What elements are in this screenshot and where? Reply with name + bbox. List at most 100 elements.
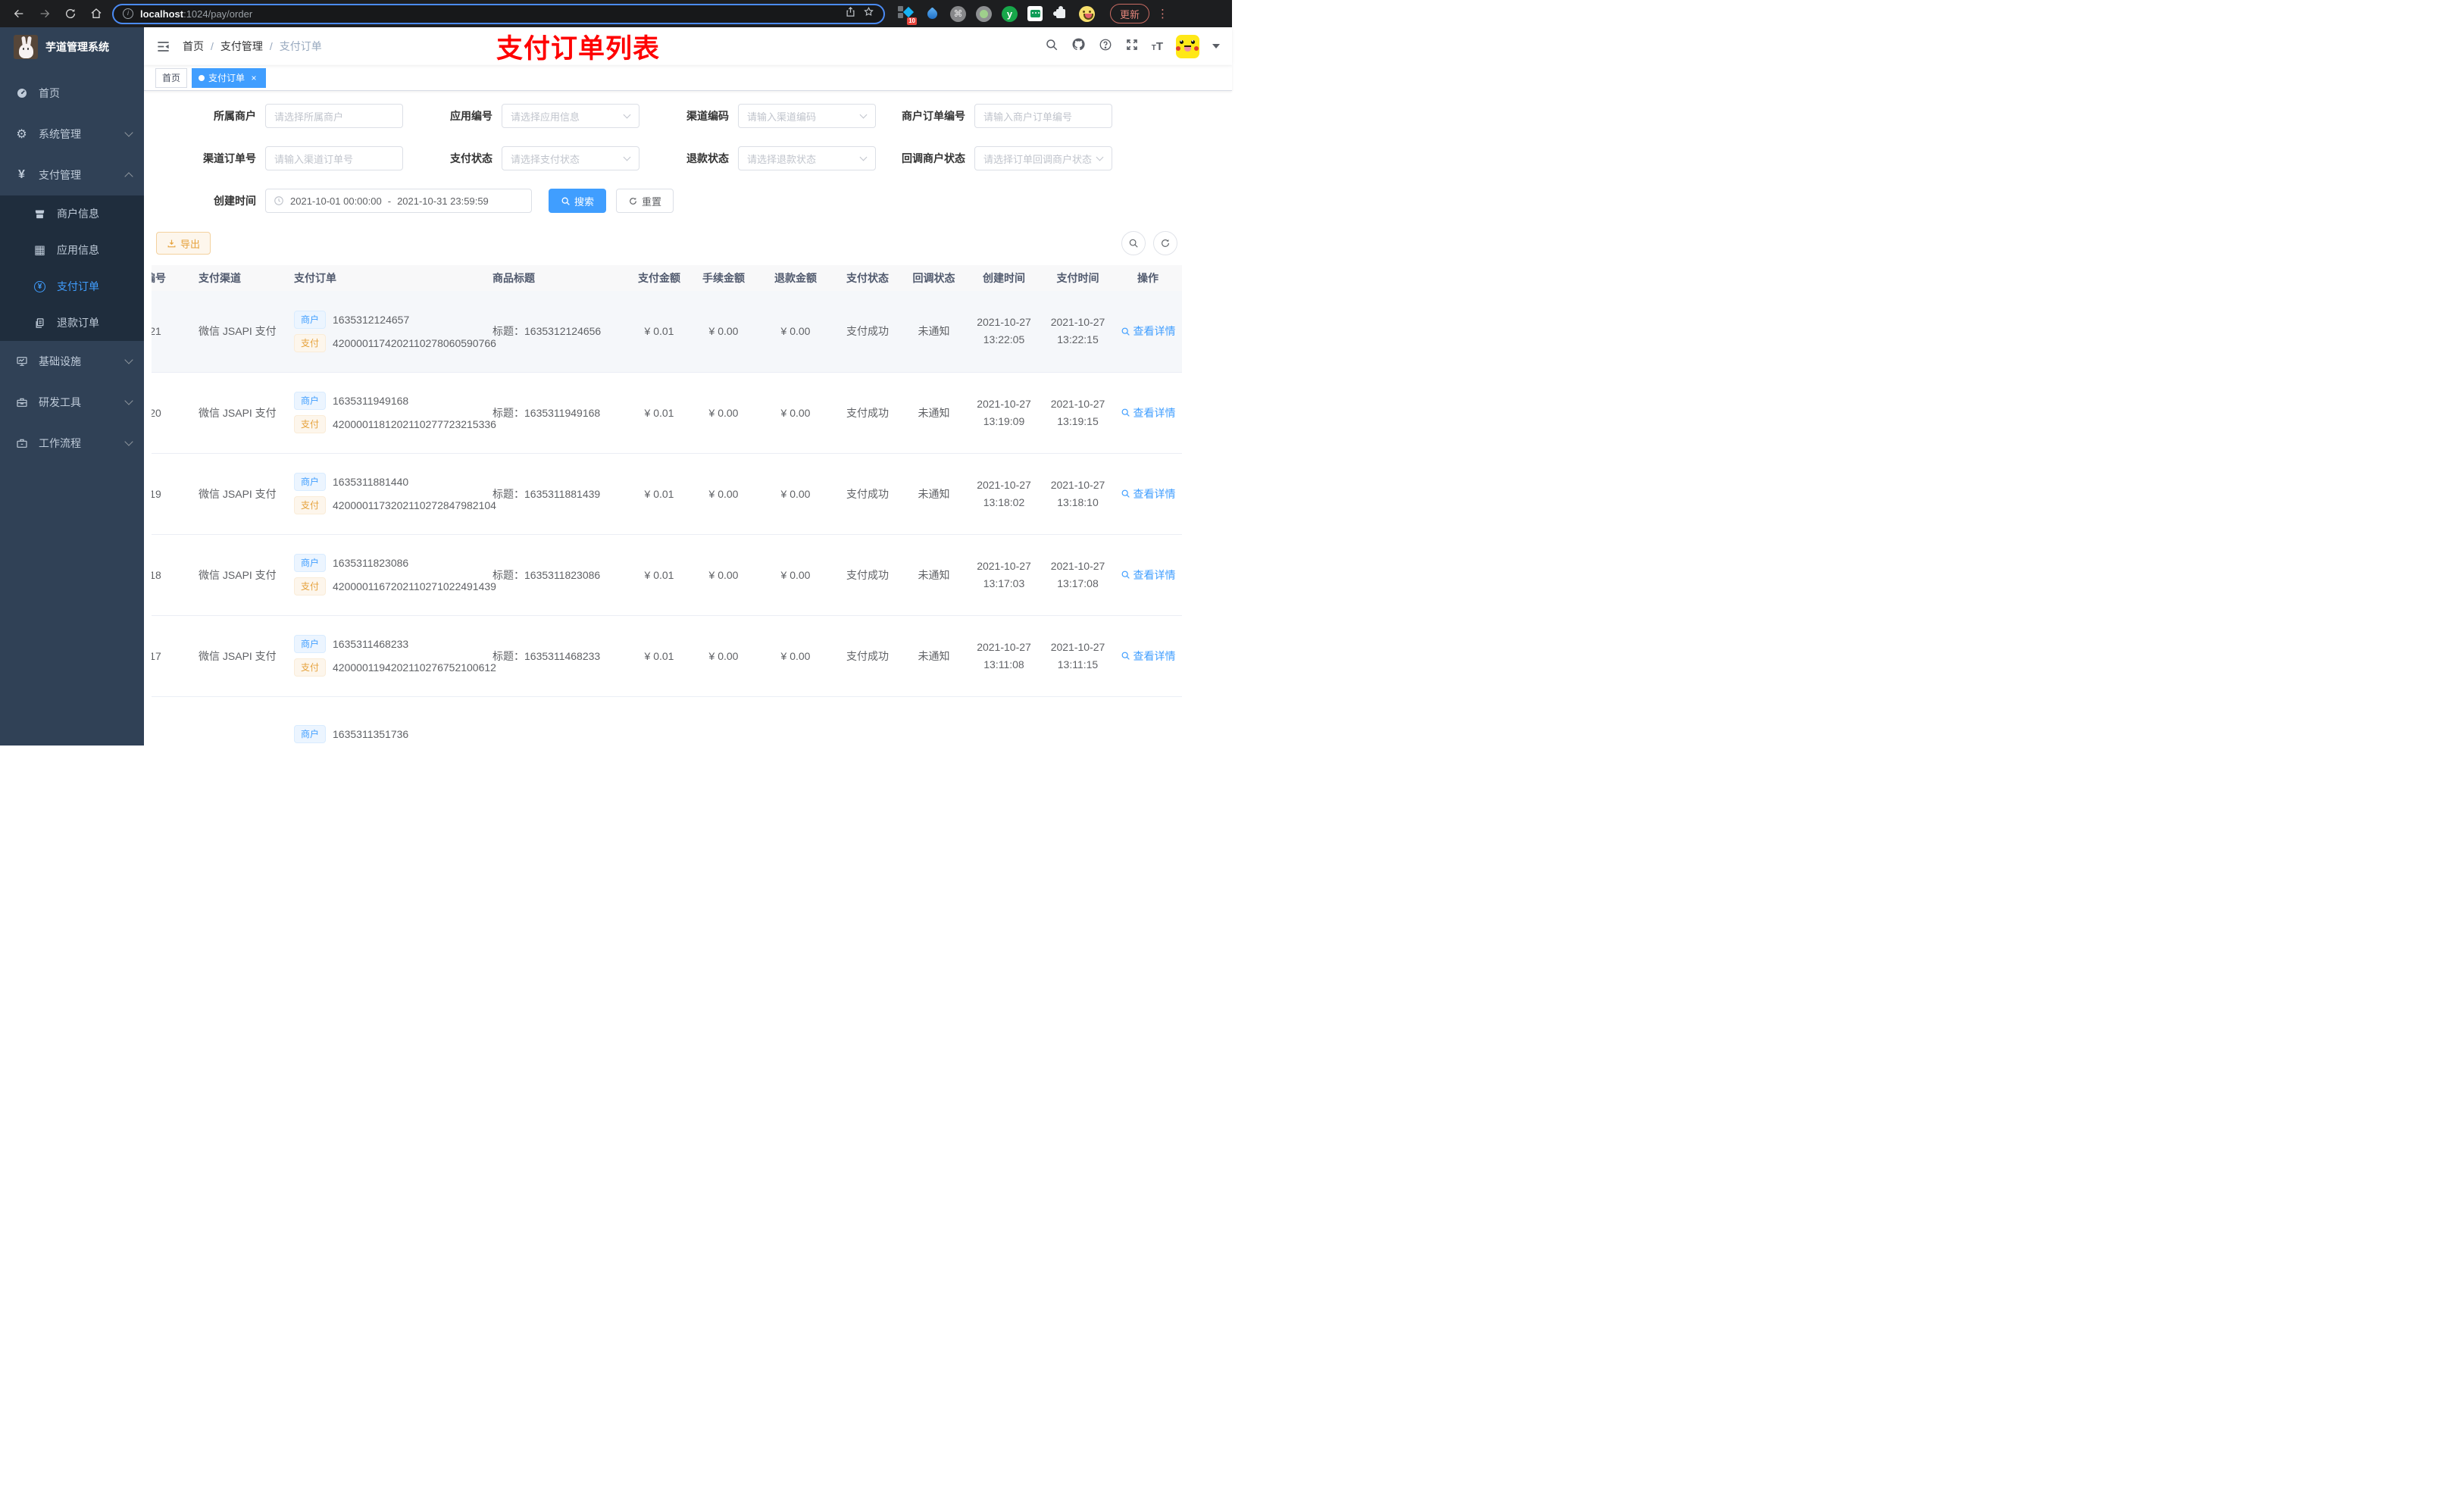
table-toolbar: 导出 [156, 231, 1221, 255]
view-detail-link[interactable]: 查看详情 [1121, 324, 1176, 339]
date-range-picker[interactable]: 2021-10-01 00:00:00 - 2021-10-31 23:59:5… [265, 189, 532, 213]
col-created: 创建时间 [966, 265, 1042, 291]
chevron-down-icon [124, 355, 133, 364]
pay-tag: 支付 [294, 658, 327, 677]
extension-y-icon[interactable] [1002, 5, 1018, 22]
search-icon[interactable] [1045, 38, 1058, 55]
dashboard-icon [15, 87, 28, 99]
export-button[interactable]: 导出 [156, 232, 211, 255]
filter-pay-status: 支付状态 请选择支付状态 [417, 146, 653, 170]
chevron-down-icon [124, 396, 133, 405]
app-select[interactable]: 请选择应用信息 [502, 104, 639, 128]
yen-circle-icon [33, 280, 46, 292]
pay-status: 支付成功 [833, 534, 902, 616]
reload-icon[interactable] [61, 4, 80, 23]
extension-kite-icon[interactable] [924, 5, 940, 22]
channel-code-select[interactable]: 请输入渠道编码 [738, 104, 876, 128]
merchant-order-input[interactable]: 请输入商户订单编号 [974, 104, 1112, 128]
merchant-tag: 商户 [294, 473, 327, 491]
fee-amount: ¥ 0.00 [689, 615, 758, 697]
fullscreen-icon[interactable] [1125, 38, 1139, 55]
sidebar-item-pay-order[interactable]: 支付订单 [0, 268, 144, 305]
font-size-icon[interactable] [1152, 40, 1163, 53]
tab-pay-order[interactable]: 支付订单 [192, 67, 267, 88]
sidebar-item-merchant-info[interactable]: 商户信息 [0, 195, 144, 232]
sidebar-item-app-info[interactable]: 应用信息 [0, 232, 144, 268]
callback-status: 未通知 [902, 534, 966, 616]
extension-command-icon[interactable] [950, 5, 966, 22]
chevron-down-icon [623, 111, 631, 119]
pay-amount: ¥ 0.01 [629, 453, 689, 535]
pay-status: 支付成功 [833, 291, 902, 373]
extensions-puzzle-icon[interactable] [1052, 5, 1069, 22]
filter-merchant-order: 商户订单编号 请输入商户订单编号 [890, 104, 1126, 128]
home-icon[interactable] [86, 4, 106, 23]
back-icon[interactable] [9, 4, 29, 23]
document-icon [33, 317, 46, 329]
pay-order-no: 4200001174202110278060590766 [333, 336, 496, 349]
sidebar-item-infrastructure[interactable]: 基础设施 [0, 341, 144, 382]
tab-home[interactable]: 首页 [155, 67, 188, 88]
user-avatar[interactable] [1176, 34, 1199, 58]
collapse-sidebar-icon[interactable] [156, 39, 170, 54]
table-tools [1121, 231, 1177, 255]
close-icon[interactable] [249, 69, 259, 87]
sidebar-item-workflow[interactable]: 工作流程 [0, 423, 144, 464]
view-detail-link[interactable]: 查看详情 [1121, 567, 1176, 583]
created-time: 2021-10-27 13:17:03 [966, 534, 1042, 616]
pay-tag: 支付 [294, 333, 327, 352]
sidebar-item-refund-order[interactable]: 退款订单 [0, 305, 144, 341]
merchant-order-no: 1635311468233 [333, 638, 409, 650]
pay-channel: 微信 JSAPI 支付 [182, 453, 280, 535]
sidebar-item-home[interactable]: 首页 [0, 73, 144, 114]
sidebar-item-system[interactable]: 系统管理 [0, 114, 144, 155]
view-detail-link[interactable]: 查看详情 [1121, 405, 1176, 420]
browser-update-button[interactable]: 更新 [1110, 4, 1150, 23]
site-info-icon[interactable] [123, 8, 133, 19]
owner-select[interactable]: 请选择所属商户 [265, 104, 403, 128]
search-toggle-button[interactable] [1121, 231, 1146, 255]
order-id: 21 [152, 291, 182, 373]
breadcrumb-payment[interactable]: 支付管理 [220, 39, 263, 54]
profile-avatar-icon[interactable] [1079, 5, 1095, 22]
pay-tag: 支付 [294, 415, 327, 433]
address-bar[interactable]: localhost:1024/pay/order [112, 3, 885, 24]
pay-amount: ¥ 0.01 [629, 534, 689, 616]
sidebar-item-dev-tools[interactable]: 研发工具 [0, 382, 144, 423]
channel-order-input[interactable]: 请输入渠道订单号 [265, 146, 403, 170]
breadcrumb-pay-order: 支付订单 [279, 40, 322, 52]
view-detail-link[interactable]: 查看详情 [1121, 649, 1176, 664]
reset-button[interactable]: 重置 [616, 189, 674, 213]
extension-gray-icon[interactable] [976, 5, 992, 22]
pay-order-no: 4200001173202110272847982104 [333, 499, 496, 511]
pay-status-select[interactable]: 请选择支付状态 [502, 146, 639, 170]
pay-order-cell: 商户 1635311949168 支付 4200001181202110277723… [280, 372, 496, 454]
callback-status: 未通知 [902, 372, 966, 454]
url: localhost:1024/pay/order [140, 8, 253, 20]
table-row: 18 微信 JSAPI 支付 商户 1635311823086 支付 4200001… [152, 534, 1182, 616]
product-title: 标题：1635312124656 [492, 291, 629, 373]
forward-icon[interactable] [35, 4, 55, 23]
sidebar-item-payment[interactable]: 支付管理 [0, 155, 144, 195]
browser-extensions: 10 [897, 5, 1095, 25]
table-header-row: 编号 支付渠道 支付订单 商品标题 支付金额 手续金额 退款金额 支付状态 回调… [152, 265, 1182, 291]
user-menu-caret-icon[interactable] [1212, 44, 1220, 48]
callback-status-select[interactable]: 请选择订单回调商户状态 [974, 146, 1112, 170]
refresh-button[interactable] [1153, 231, 1177, 255]
help-icon[interactable] [1099, 38, 1112, 55]
share-icon[interactable] [845, 6, 856, 21]
filter-row-2: 渠道订单号 请输入渠道订单号 支付状态 请选择支付状态 退款状态 请选择退款状态… [180, 146, 1224, 170]
view-detail-link[interactable]: 查看详情 [1121, 486, 1176, 502]
browser-menu-icon[interactable] [1157, 7, 1168, 20]
extension-chat-icon[interactable] [1027, 6, 1043, 21]
pay-order-cell: 商户 1635311881440 支付 4200001173202110272847… [280, 453, 496, 535]
refund-status-select[interactable]: 请选择退款状态 [738, 146, 876, 170]
col-actions: 操作 [1114, 265, 1182, 291]
breadcrumb-home[interactable]: 首页 [183, 39, 204, 54]
extension-icon[interactable]: 10 [897, 5, 917, 25]
github-icon[interactable] [1071, 37, 1086, 55]
search-button[interactable]: 搜索 [549, 189, 607, 213]
sidebar-logo-row[interactable]: 芋道管理系统 [0, 27, 144, 67]
bookmark-star-icon[interactable] [863, 6, 874, 21]
col-fee: 手续金额 [689, 265, 758, 291]
